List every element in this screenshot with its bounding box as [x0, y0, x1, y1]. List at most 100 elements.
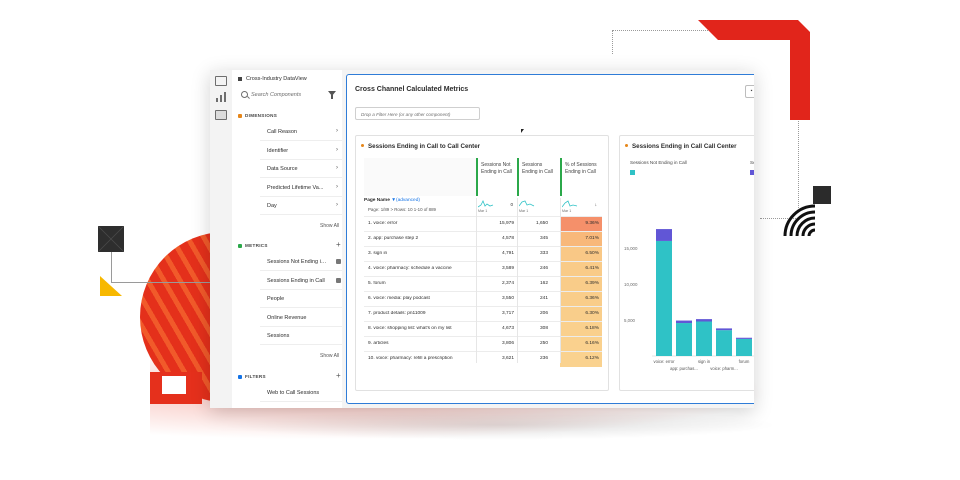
table-row[interactable]: 8. voice: shopping list: what's on my li… — [364, 321, 602, 337]
percent-value: 6.39% — [585, 281, 599, 286]
cell-ending: 345 — [539, 236, 548, 241]
legend-series-2: Se — [750, 160, 754, 165]
chart-title[interactable]: Sessions Ending in Call Call Center — [632, 143, 737, 150]
metrics-header[interactable]: METRICS + — [238, 240, 341, 249]
search-components-input[interactable]: Search Components — [238, 90, 336, 102]
percent-value: 6.30% — [585, 311, 599, 316]
table-row[interactable]: 6. voice: media: play podcast 3,550 241 6.3… — [364, 291, 602, 307]
cell-percent: 6.30% — [560, 307, 602, 322]
chevron-right-icon[interactable]: › — [336, 147, 338, 153]
cell-not-ending: 3,717 — [501, 311, 514, 316]
panel-title: Cross Channel Calculated Metrics — [355, 86, 469, 93]
panels-icon[interactable] — [215, 76, 227, 86]
workspace-panel: Cross Channel Calculated Metrics ▪ Drop … — [346, 74, 754, 404]
row-name: 1. voice: error — [368, 221, 398, 226]
white-square-decoration — [162, 376, 186, 394]
metric-item[interactable]: Online Revenue — [260, 310, 346, 327]
cell-not-ending: 3,550 — [501, 296, 514, 301]
bar-series-2 — [696, 319, 712, 322]
table-header-blank — [364, 158, 476, 196]
dimension-item[interactable]: Identifier › — [260, 143, 346, 160]
cell-percent: 6.41% — [560, 262, 602, 277]
cell-ending: 236 — [539, 356, 548, 361]
row-name: 3. sign in — [368, 251, 388, 256]
table-row[interactable]: 7. product details: pn11009 3,717 206 6.30% — [364, 306, 602, 322]
y-tick-label: 5,000 — [624, 318, 636, 323]
sparkline-date: Mar 1 — [519, 209, 529, 213]
table-row[interactable]: 5. forum 2,374 162 6.39% — [364, 276, 602, 292]
cell-percent: 7.01% — [560, 232, 602, 247]
filters-header[interactable]: FILTERS + — [238, 371, 341, 380]
metrics-show-all-link[interactable]: Show All — [320, 353, 339, 359]
bar-series-1 — [736, 338, 752, 356]
dimensions-header[interactable]: DIMENSIONS — [238, 113, 277, 118]
column-header-not-ending[interactable]: Sessions Not Ending in Call — [476, 158, 516, 196]
dimension-header[interactable]: Page Name ▼(advanced) Page: 1/89 > Rows:… — [364, 198, 478, 214]
table-row[interactable]: 3. sign in 4,791 333 6.50% — [364, 246, 602, 262]
cell-ending: 333 — [539, 251, 548, 256]
filters-label: FILTERS — [245, 374, 266, 379]
dataview-selector[interactable]: Cross-Industry DataView — [238, 76, 307, 82]
visualizations-icon[interactable] — [215, 92, 227, 102]
chevron-right-icon[interactable]: › — [336, 165, 338, 171]
sparkline-date: Mar 1 — [478, 209, 488, 213]
advanced-filter-link[interactable]: (advanced) — [396, 198, 420, 203]
chevron-right-icon[interactable]: › — [336, 128, 338, 134]
dataview-name: Cross-Industry DataView — [246, 76, 307, 82]
cell-ending: 250 — [539, 341, 548, 346]
add-filter-icon[interactable]: + — [336, 371, 341, 380]
table-row[interactable]: 1. voice: error 15,979 1,650 9.36% — [364, 216, 602, 232]
percent-value: 6.16% — [585, 341, 599, 346]
dimension-item[interactable]: Call Reason › — [260, 124, 346, 141]
metric-label: Sessions Ending in Call — [267, 277, 325, 284]
cell-ending: 246 — [539, 266, 548, 271]
chevron-right-icon[interactable]: › — [336, 202, 338, 208]
dimension-item[interactable]: Day › — [260, 198, 346, 215]
column-header-ending[interactable]: Sessions Ending in Call — [517, 158, 557, 196]
metric-item[interactable]: Sessions — [260, 328, 346, 345]
table-row[interactable]: 10. voice: pharmacy: refill a prescripti… — [364, 351, 602, 367]
x-tick-label: app: purchas... — [670, 366, 698, 371]
percent-value: 6.18% — [585, 326, 599, 331]
metric-item[interactable]: Sessions Not Ending in... — [260, 254, 346, 271]
dimension-item[interactable]: Data Source › — [260, 161, 346, 178]
dimension-icon — [238, 113, 242, 118]
filter-drop-zone[interactable]: Drop a Filter Here (or any other compone… — [355, 107, 480, 120]
filter-icon[interactable] — [328, 91, 336, 99]
search-placeholder: Search Components — [251, 92, 302, 98]
cell-not-ending: 15,979 — [499, 221, 514, 226]
column-header-percent[interactable]: % of Sessions Ending in Call — [560, 158, 602, 196]
freeform-table: Sessions Ending in Call to Call Center S… — [355, 135, 609, 391]
metric-label: Sessions — [267, 333, 290, 339]
cell-ending: 241 — [539, 296, 548, 301]
sort-arrow-icon[interactable]: ↓ — [595, 202, 597, 207]
row-name: 10. voice: pharmacy: refill a prescripti… — [368, 356, 453, 361]
table-title[interactable]: Sessions Ending in Call to Call Center — [368, 143, 480, 150]
table-row[interactable]: 4. voice: pharmacy: schedule a vaccine 3,… — [364, 261, 602, 277]
dotted-line-decoration — [612, 30, 613, 54]
metric-label: People — [267, 296, 285, 302]
bar-chart-visualization: Sessions Ending in Call Call Center Sess… — [619, 135, 754, 391]
chevron-right-icon[interactable]: › — [336, 184, 338, 190]
components-icon[interactable] — [215, 110, 227, 120]
filter-item[interactable]: Web to Call Sessions — [260, 385, 346, 402]
percent-value: 6.12% — [585, 356, 599, 361]
add-metric-icon[interactable]: + — [336, 240, 341, 249]
cell-not-ending: 4,791 — [501, 251, 514, 256]
panel-settings-button[interactable]: ▪ — [745, 85, 754, 98]
cell-ending: 206 — [539, 311, 548, 316]
table-row[interactable]: 9. articles 3,806 250 6.16% — [364, 336, 602, 352]
bar-series-2 — [676, 320, 692, 324]
table-row[interactable]: 2. app: purchase step 2 4,578 345 7.01% — [364, 231, 602, 247]
striped-arc-decoration — [783, 204, 816, 236]
dimensions-show-all-link[interactable]: Show All — [320, 223, 339, 229]
pagination-info[interactable]: Page: 1/89 > Rows: 10 1-10 of 889 — [368, 207, 436, 212]
dimension-item[interactable]: Predicted Lifetime Va... › — [260, 180, 346, 197]
y-tick-label: 10,000 — [624, 282, 638, 287]
cell-not-ending: 3,589 — [501, 266, 514, 271]
cell-not-ending: 3,806 — [501, 341, 514, 346]
percent-value: 6.41% — [585, 266, 599, 271]
metric-item[interactable]: Sessions Ending in Call — [260, 273, 346, 290]
metric-item[interactable]: People — [260, 291, 346, 308]
cell-percent: 6.50% — [560, 247, 602, 262]
